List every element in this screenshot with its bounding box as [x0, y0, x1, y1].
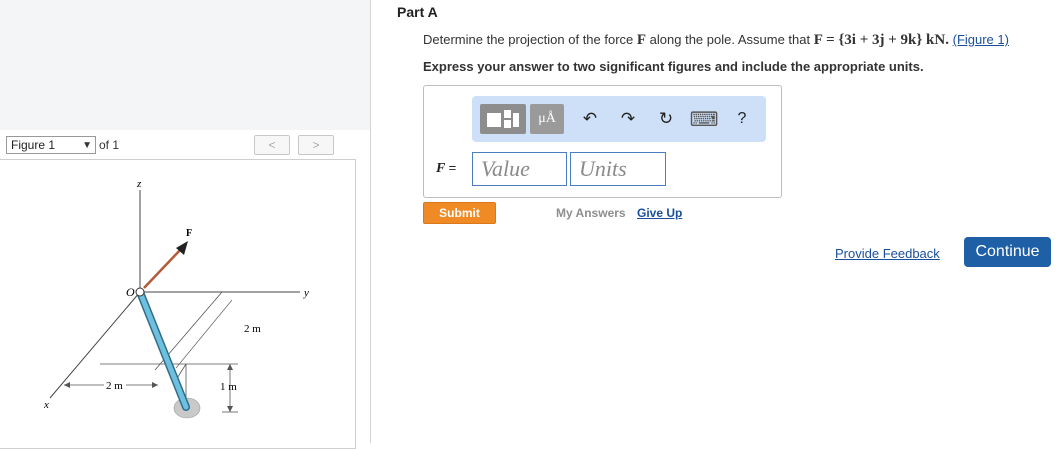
- reset-icon[interactable]: ↻: [654, 104, 678, 134]
- pole: [137, 289, 189, 410]
- origin-label: O: [126, 285, 135, 299]
- help-icon[interactable]: ?: [730, 104, 754, 134]
- figure-toolbar: Figure 1 ▼ of 1 < >: [0, 131, 370, 159]
- fraction-template-icon: [487, 110, 519, 128]
- dimension-line-2m: [175, 299, 233, 369]
- answer-instruction: Express your answer to two significant f…: [423, 59, 924, 74]
- force-label: F: [186, 228, 192, 239]
- keyboard-icon[interactable]: ⌨: [690, 104, 719, 134]
- units-tool-button[interactable]: μÅ: [530, 104, 564, 134]
- dimension-2m-right-label: 2 m: [244, 323, 261, 335]
- give-up-link[interactable]: Give Up: [637, 206, 682, 220]
- continue-button[interactable]: Continue: [964, 237, 1051, 267]
- answer-equals: =: [448, 160, 457, 175]
- provide-feedback-link[interactable]: Provide Feedback: [835, 246, 940, 261]
- figure-select[interactable]: Figure 1 ▼: [6, 136, 96, 154]
- template-tool-button[interactable]: [480, 104, 526, 134]
- dimension-arrowhead: [227, 406, 233, 412]
- question-intro: Determine the projection of the force: [423, 32, 637, 47]
- answer-box: μÅ ↶ ↷ ↻ ⌨ ? F = Value Units: [423, 85, 782, 198]
- value-input[interactable]: Value: [472, 152, 567, 186]
- figure-panel: Figure 1 ▼ of 1 < > z y x O 2 m 2 m 1 m …: [0, 0, 371, 449]
- y-axis-label: y: [303, 287, 309, 299]
- pole-force-diagram: z y x O 2 m 2 m 1 m F: [43, 178, 309, 419]
- answer-label: F =: [436, 160, 456, 177]
- undo-icon[interactable]: ↶: [578, 104, 602, 134]
- question-force-symbol: F: [636, 32, 647, 48]
- dimension-arrowhead: [64, 382, 70, 388]
- figure-frame: z y x O 2 m 2 m 1 m F: [0, 159, 356, 449]
- next-figure-button[interactable]: >: [298, 135, 334, 155]
- figure-panel-header-space: [0, 0, 370, 130]
- chevron-down-icon: ▼: [82, 140, 92, 151]
- question-middle: along the pole. Assume that: [646, 32, 814, 47]
- x-axis: [49, 291, 141, 399]
- figure-select-value: Figure 1: [11, 138, 56, 152]
- submit-button[interactable]: Submit: [423, 202, 496, 224]
- dimension-1m-label: 1 m: [220, 381, 237, 393]
- dimension-arrowhead: [152, 382, 158, 388]
- part-title: Part A: [397, 4, 438, 20]
- my-answers-link[interactable]: My Answers: [556, 206, 626, 220]
- units-input[interactable]: Units: [570, 152, 666, 186]
- pole-top-joint: [135, 287, 145, 297]
- question-panel: Part A Determine the projection of the f…: [372, 0, 1057, 443]
- prev-figure-button[interactable]: <: [254, 135, 290, 155]
- question-text: Determine the projection of the force F …: [423, 32, 1009, 49]
- question-force-equation: F = {3i + 3j + 9k} kN.: [813, 32, 949, 48]
- answer-variable: F: [436, 161, 446, 176]
- math-toolbar: μÅ ↶ ↷ ↻ ⌨ ?: [472, 96, 766, 142]
- figure-count: of 1: [99, 138, 120, 152]
- z-axis-label: z: [136, 178, 142, 190]
- redo-icon[interactable]: ↷: [616, 104, 640, 134]
- figure-link[interactable]: (Figure 1): [953, 32, 1009, 47]
- force-vector: [143, 247, 183, 289]
- x-axis-label: x: [43, 399, 49, 411]
- dimension-2m-left-label: 2 m: [106, 380, 123, 392]
- dimension-arrowhead: [227, 364, 233, 370]
